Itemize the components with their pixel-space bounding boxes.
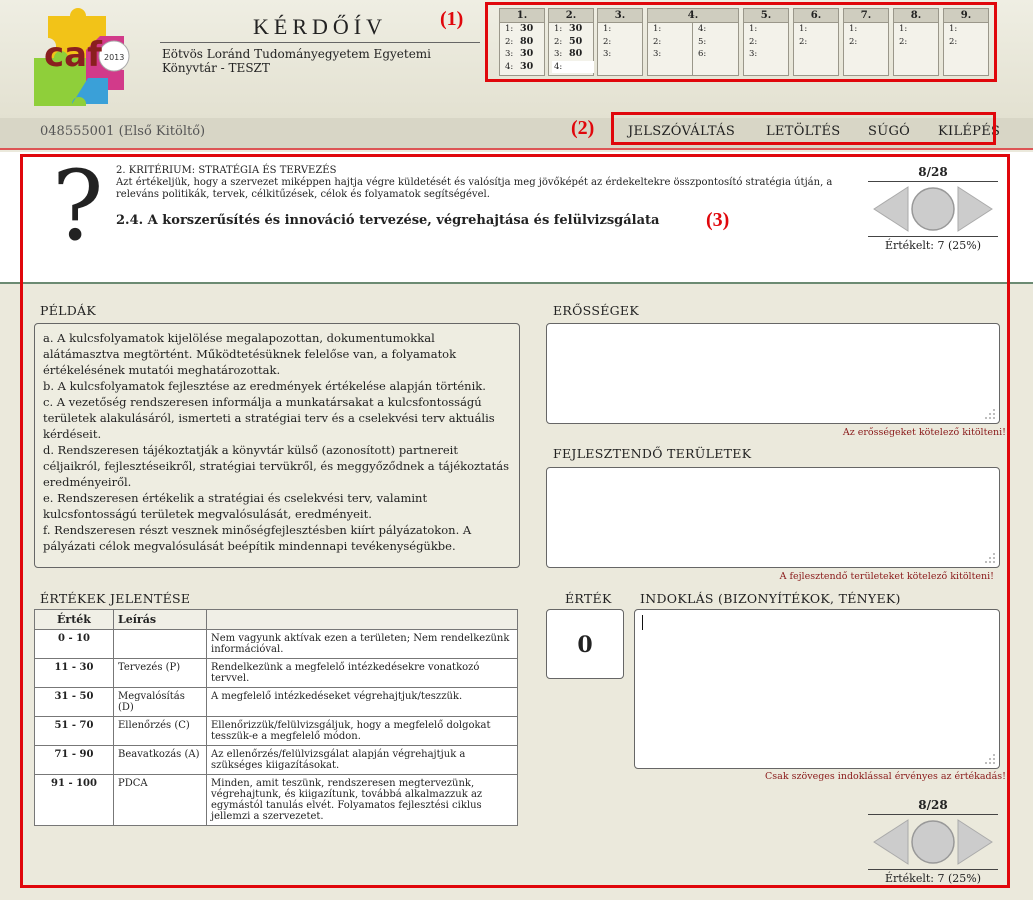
caf-logo: caf 2013 — [34, 8, 130, 106]
annotation-box-3 — [20, 154, 1010, 888]
annotation-box-2 — [611, 112, 996, 145]
annotation-label-2: (2) — [571, 117, 595, 139]
title-block: KÉRDŐÍV Eötvös Loránd Tudományegyetem Eg… — [160, 14, 480, 75]
institution-name: Eötvös Loránd Tudományegyetem Egyetemi K… — [162, 47, 432, 75]
page-title: KÉRDŐÍV — [160, 14, 480, 43]
annotation-box-1 — [485, 2, 997, 82]
logo-text: caf — [44, 35, 103, 75]
annotation-label-1: (1) — [440, 8, 464, 30]
logo-year: 2013 — [104, 53, 124, 62]
user-identity: 048555001 (Első Kitöltő) — [40, 124, 206, 139]
